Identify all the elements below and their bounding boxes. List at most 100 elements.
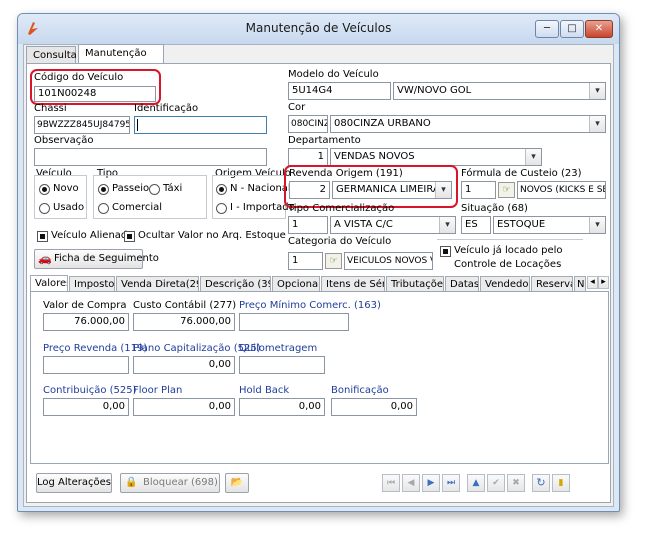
bonificacao-input[interactable]: 0,00 xyxy=(331,398,417,416)
minimize-button[interactable]: ─ xyxy=(535,20,559,38)
ficha-seguimento-label: Ficha de Seguimento xyxy=(54,253,159,264)
modelo-name: VW/NOVO GOL xyxy=(397,85,472,96)
cor-name: 080CINZA URBANO xyxy=(334,118,431,129)
situacao-select[interactable]: ESTOQUE ▾ xyxy=(493,216,606,234)
situacao-code-input[interactable]: ES xyxy=(461,216,491,234)
subtab-valores[interactable]: Valores xyxy=(30,275,68,292)
locado-checkbox[interactable] xyxy=(440,246,451,257)
departamento-code-input[interactable]: 1 xyxy=(288,148,328,166)
categoria-code-input[interactable]: 1 xyxy=(288,252,323,270)
ocultar-label: Ocultar Valor no Arq. Estoque xyxy=(138,230,286,241)
tipo-com-name: A VISTA C/C xyxy=(334,219,393,230)
folder-button[interactable]: 📂 xyxy=(225,473,249,493)
floor-plan-input[interactable]: 0,00 xyxy=(133,398,235,416)
client-area: Consulta Manutenção (70) Código do Veícu… xyxy=(23,44,614,507)
tab-manutencao[interactable]: Manutenção (70) xyxy=(78,44,164,76)
subtab-n[interactable]: N xyxy=(574,276,586,292)
tab-scroll-right-icon[interactable]: ▸ xyxy=(598,276,609,289)
alienado-checkbox[interactable] xyxy=(37,231,48,242)
confirm-icon[interactable]: ✔ xyxy=(487,474,505,492)
subtab-tributacoes[interactable]: Tributações xyxy=(386,276,444,292)
codigo-input[interactable]: 101N00248 xyxy=(34,86,156,102)
valor-compra-input[interactable]: 76.000,00 xyxy=(43,313,129,331)
main-window: Manutenção de Veículos ─ □ ✕ Consulta Ma… xyxy=(17,13,620,512)
modelo-select[interactable]: VW/NOVO GOL ▾ xyxy=(393,82,606,100)
subtab-vendedor[interactable]: Vendedor xyxy=(480,276,530,292)
origem-importado-radio[interactable] xyxy=(216,203,227,214)
observacao-input[interactable] xyxy=(34,148,267,166)
bonificacao-label: Bonificação xyxy=(331,385,389,396)
tipo-com-code-input[interactable]: 1 xyxy=(288,216,328,234)
subtab-opcionais[interactable]: Opcionais xyxy=(272,276,320,292)
formula-name-input[interactable]: NOVOS (KICKS E SEN xyxy=(517,181,606,199)
tipo-taxi-radio[interactable] xyxy=(149,184,160,195)
ficha-seguimento-button[interactable]: 🚗 Ficha de Seguimento xyxy=(34,249,159,269)
subtab-itens-serie[interactable]: Itens de Série xyxy=(321,276,385,292)
cancel-icon[interactable]: ✖ xyxy=(507,474,525,492)
departamento-label: Departamento xyxy=(288,135,361,146)
subtab-descricao[interactable]: Descrição (398) xyxy=(200,276,271,292)
categoria-name-input[interactable]: VEICULOS NOVOS VW xyxy=(344,252,433,270)
bloquear-button[interactable]: 🔒 Bloquear (698) xyxy=(120,473,220,493)
custo-contabil-input[interactable]: 76.000,00 xyxy=(133,313,235,331)
refresh-icon[interactable]: ↻ xyxy=(532,474,550,492)
revenda-code-input[interactable]: 2 xyxy=(289,181,330,199)
formula-code-input[interactable]: 1 xyxy=(461,181,496,199)
identificacao-label: Identificação xyxy=(134,103,199,114)
situacao-name: ESTOQUE xyxy=(497,219,546,230)
subtab-datas[interactable]: Datas xyxy=(445,276,479,292)
modelo-label: Modelo do Veículo xyxy=(288,69,379,80)
exit-icon[interactable]: ▮ xyxy=(552,474,570,492)
prev-record-icon[interactable]: ◀ xyxy=(402,474,420,492)
maximize-button[interactable]: □ xyxy=(560,20,584,38)
log-alteracoes-button[interactable]: Log Alterações xyxy=(36,473,112,493)
locado-divider xyxy=(437,239,583,240)
tipo-com-select[interactable]: A VISTA C/C ▾ xyxy=(330,216,456,234)
identificacao-input[interactable] xyxy=(134,116,267,134)
departamento-select[interactable]: VENDAS NOVOS ▾ xyxy=(330,148,542,166)
contribuicao-label: Contribuição (525) xyxy=(43,385,137,396)
car-icon: 🚗 xyxy=(38,252,52,265)
situacao-label: Situação (68) xyxy=(461,203,528,214)
bloquear-label: Bloquear (698) xyxy=(143,477,218,488)
subtab-impostos[interactable]: Impostos xyxy=(69,276,115,292)
preco-minimo-input[interactable] xyxy=(239,313,349,331)
subtab-venda-direta[interactable]: Venda Direta(294) xyxy=(116,276,199,292)
categoria-pick-icon[interactable]: ☞ xyxy=(325,253,342,269)
tipo-passeio-label: Passeio xyxy=(112,183,150,194)
chassi-label: Chassi xyxy=(34,103,67,114)
veiculo-novo-radio[interactable] xyxy=(39,184,50,195)
chevron-down-icon: ▾ xyxy=(435,182,451,198)
floor-plan-label: Floor Plan xyxy=(133,385,183,396)
custo-contabil-label: Custo Contábil (277) xyxy=(133,300,237,311)
subtab-reserva[interactable]: Reserva xyxy=(531,276,573,292)
preco-revenda-input[interactable] xyxy=(43,356,129,374)
cor-select[interactable]: 080CINZA URBANO ▾ xyxy=(330,115,606,133)
quilometragem-input[interactable] xyxy=(239,356,325,374)
revenda-select[interactable]: GERMANICA LIMEIRA ▾ xyxy=(332,181,452,199)
plano-capitalizacao-input[interactable]: 0,00 xyxy=(133,356,235,374)
next-record-icon[interactable]: ▶ xyxy=(422,474,440,492)
cor-code-input[interactable]: 080CINZ xyxy=(288,115,328,133)
chassi-input[interactable]: 9BWZZZ845UJ847958 xyxy=(34,116,130,134)
codigo-label: Código do Veículo xyxy=(34,72,124,83)
formula-pick-icon[interactable]: ☞ xyxy=(498,182,515,198)
tab-scroll-left-icon[interactable]: ◂ xyxy=(587,276,598,289)
tab-consulta[interactable]: Consulta xyxy=(26,46,77,64)
insert-record-icon[interactable]: ▲ xyxy=(467,474,485,492)
origem-nacional-radio[interactable] xyxy=(216,184,227,195)
last-record-icon[interactable]: ⏭ xyxy=(442,474,460,492)
ocultar-checkbox[interactable] xyxy=(124,231,135,242)
veiculo-novo-label: Novo xyxy=(53,183,79,194)
tipo-comercial-label: Comercial xyxy=(112,202,163,213)
contribuicao-input[interactable]: 0,00 xyxy=(43,398,129,416)
tipo-passeio-radio[interactable] xyxy=(98,184,109,195)
close-button[interactable]: ✕ xyxy=(585,20,613,38)
first-record-icon[interactable]: ⏮ xyxy=(382,474,400,492)
veiculo-usado-radio[interactable] xyxy=(39,203,50,214)
hold-back-input[interactable]: 0,00 xyxy=(239,398,325,416)
revenda-name: GERMANICA LIMEIRA xyxy=(336,184,440,195)
alienado-label: Veículo Alienado xyxy=(51,230,134,241)
modelo-code-input[interactable]: 5U14G4 xyxy=(288,82,391,100)
tipo-comercial-radio[interactable] xyxy=(98,203,109,214)
